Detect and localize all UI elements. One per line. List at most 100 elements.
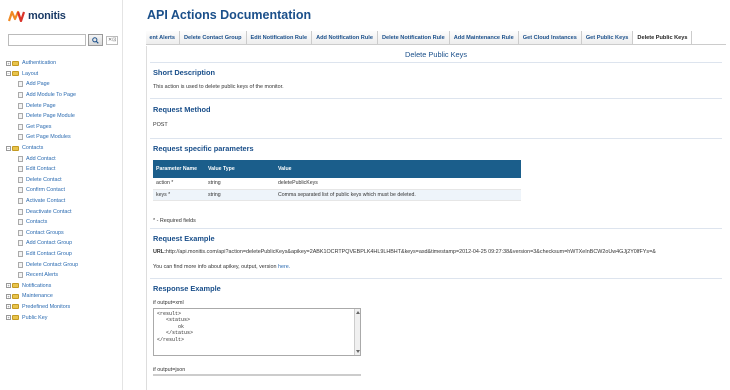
scroll-up-icon[interactable] — [356, 311, 360, 314]
params-header-row: Parameter Name Value Type Value — [153, 160, 521, 178]
action-tabs: ent Alerts Delete Contact Group Edit Notif… — [146, 31, 726, 45]
param-type: string — [205, 189, 275, 201]
page-icon — [18, 198, 23, 205]
tree-item[interactable]: Add Contact Group — [6, 238, 122, 249]
tab-delete-public-keys[interactable]: Delete Public Keys — [633, 31, 693, 44]
textarea-scrollbar[interactable] — [354, 309, 360, 355]
params-header-name: Parameter Name — [153, 160, 205, 178]
params-title: Request specific parameters — [153, 144, 254, 153]
json-output-label: if output=json — [153, 367, 186, 373]
more-info-link[interactable]: here. — [278, 264, 290, 270]
expand-icon[interactable]: + — [6, 304, 11, 310]
doc-heading: Delete Public Keys — [404, 50, 468, 59]
clear-search-button[interactable]: ✕⊡ — [106, 35, 119, 45]
tree-item[interactable]: Delete Contact — [6, 175, 122, 186]
tree-item-label: Get Page Modules — [26, 134, 71, 141]
tree-item-label: Get Pages — [26, 123, 52, 130]
param-name: action * — [153, 178, 205, 190]
folder-icon — [12, 60, 19, 66]
tree-folder[interactable]: + Predefined Monitors — [6, 302, 122, 313]
tree-item[interactable]: Get Page Modules — [6, 132, 122, 143]
tree-item-label: Confirm Contact — [26, 187, 65, 194]
expand-icon[interactable]: + — [6, 293, 11, 299]
params-header-value: Value — [275, 160, 521, 178]
folder-icon — [12, 145, 19, 151]
tree-item-label: Add Contact — [26, 155, 56, 162]
doc-content: Delete Public Keys Short Description Thi… — [146, 46, 726, 390]
tree-item[interactable]: Deactivate Contact — [6, 206, 122, 217]
json-response-textarea[interactable] — [153, 374, 361, 376]
tab-delete-contact-group[interactable]: Delete Contact Group — [180, 31, 247, 44]
page-icon — [18, 187, 23, 194]
folder-icon — [12, 283, 19, 289]
tree-folder[interactable]: − Contacts — [6, 143, 122, 154]
tree-item[interactable]: Edit Contact Group — [6, 249, 122, 260]
divider — [150, 138, 722, 139]
divider — [150, 228, 722, 229]
tree-folder[interactable]: + Authentication — [6, 58, 122, 69]
page-icon — [18, 81, 23, 88]
tree-item-label: Add Module To Page — [26, 92, 76, 99]
expand-icon[interactable]: + — [6, 283, 11, 289]
table-row: keys * string Comma separated list of pu… — [153, 189, 521, 201]
tree-item[interactable]: Contacts — [6, 217, 122, 228]
param-value: Comma separated list of public keys whic… — [275, 189, 521, 201]
tab-add-notification-rule[interactable]: Add Notification Rule — [312, 31, 378, 44]
expand-icon[interactable]: + — [6, 60, 11, 66]
param-type: string — [205, 178, 275, 190]
tree-item[interactable]: Add Contact — [6, 153, 122, 164]
tree-item[interactable]: Add Page — [6, 79, 122, 90]
page-icon — [18, 176, 23, 183]
tree-item[interactable]: Recent Alerts — [6, 270, 122, 281]
page-title: API Actions Documentation — [147, 8, 312, 22]
page-icon — [18, 240, 23, 247]
divider — [150, 62, 722, 63]
tree-item-label: Edit Contact Group — [26, 250, 72, 257]
tree-item-label: Delete Page Module — [26, 113, 75, 120]
tree-item[interactable]: Get Pages — [6, 122, 122, 133]
tree-item-label: Layout — [22, 70, 39, 77]
tree-item[interactable]: Add Module To Page — [6, 90, 122, 101]
tab-delete-notification-rule[interactable]: Delete Notification Rule — [377, 31, 450, 44]
tree-item[interactable]: Edit Contact — [6, 164, 122, 175]
tab-edit-notification-rule[interactable]: Edit Notification Rule — [246, 31, 313, 44]
expand-icon[interactable]: + — [6, 315, 11, 321]
tree-item[interactable]: Delete Page Module — [6, 111, 122, 122]
table-row: action * string deletePublicKeys — [153, 178, 521, 190]
main-panel: API Actions Documentation ent Alerts Dele… — [123, 0, 730, 390]
search-icon — [92, 36, 99, 44]
tree-item-label: Notifications — [22, 282, 52, 289]
page-icon — [18, 113, 23, 120]
tree-item-label: Deactivate Contact — [26, 208, 72, 215]
tree-folder[interactable]: + Public Key — [6, 312, 122, 323]
request-url-label: URL: — [153, 249, 166, 255]
tree-folder[interactable]: + Maintenance — [6, 291, 122, 302]
tab-get-public-keys[interactable]: Get Public Keys — [581, 31, 634, 44]
tree-item-label: Public Key — [22, 314, 48, 321]
tree-folder[interactable]: − Layout — [6, 69, 122, 80]
required-footnote: * - Required fields — [153, 218, 196, 224]
short-description-text: This action is used to delete public key… — [153, 84, 284, 90]
tree-folder[interactable]: + Notifications — [6, 280, 122, 291]
tree-item[interactable]: Delete Contact Group — [6, 259, 122, 270]
tab-get-cloud-instances[interactable]: Get Cloud Instances — [518, 31, 582, 44]
xml-response-textarea[interactable]: <result> <status> ok </status> </result> — [153, 308, 361, 356]
collapse-icon[interactable]: − — [6, 145, 11, 151]
search-button[interactable] — [88, 34, 103, 46]
tree-item[interactable]: Delete Page — [6, 100, 122, 111]
tree-item[interactable]: Contact Groups — [6, 228, 122, 239]
more-info-text: You can find more info about apikey, out… — [153, 264, 290, 270]
monitis-logo-icon — [8, 10, 26, 22]
tree-item-label: Contact Groups — [26, 229, 64, 236]
tree-item[interactable]: Activate Contact — [6, 196, 122, 207]
request-url-value: http://api.monitis.com/api?action=delete… — [165, 249, 656, 255]
search-input[interactable] — [8, 34, 86, 46]
monitis-logo[interactable]: monitis — [8, 9, 66, 23]
tab-ent-alerts[interactable]: ent Alerts — [146, 31, 180, 44]
collapse-icon[interactable]: − — [6, 71, 11, 77]
param-value: deletePublicKeys — [275, 178, 521, 190]
tree-item-label: Delete Page — [26, 102, 56, 109]
tree-item[interactable]: Confirm Contact — [6, 185, 122, 196]
scroll-down-icon[interactable] — [356, 350, 360, 353]
tab-add-maintenance-rule[interactable]: Add Maintenance Rule — [449, 31, 519, 44]
